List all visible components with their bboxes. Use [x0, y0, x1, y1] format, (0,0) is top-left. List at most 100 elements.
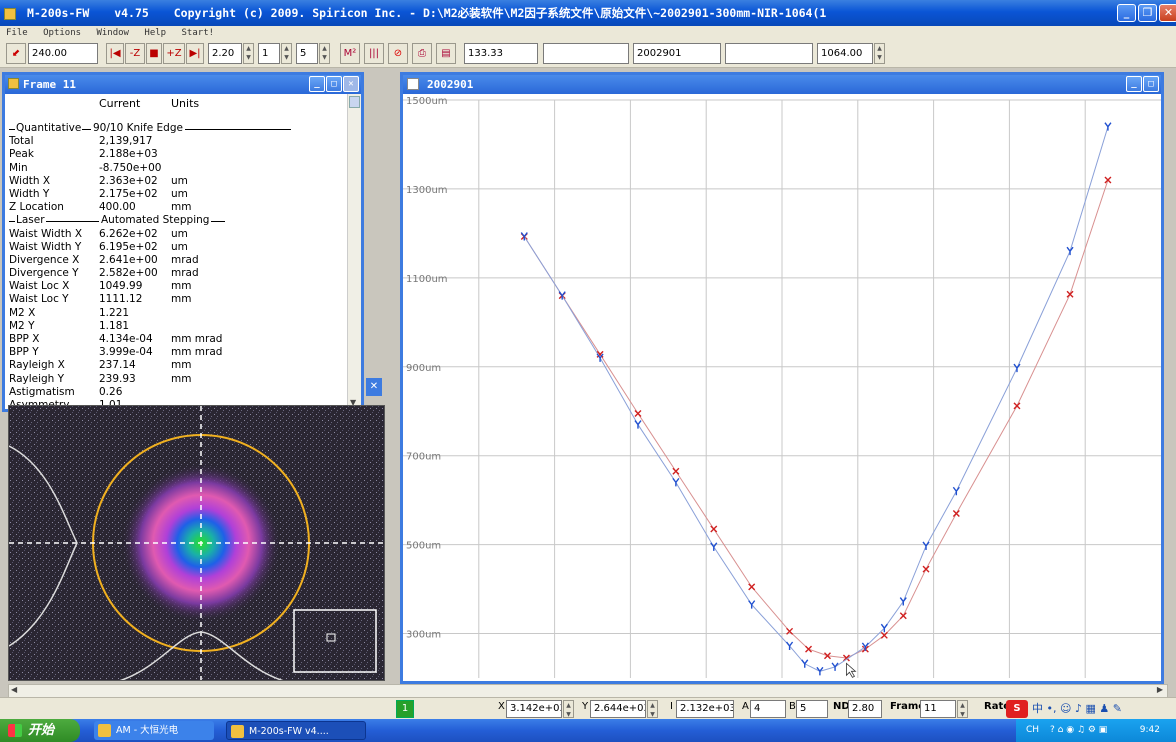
data-point-x	[748, 583, 756, 591]
no-icon[interactable]: ⊘	[388, 43, 408, 64]
beam-close-icon[interactable]: ✕	[366, 378, 382, 396]
m2-chart[interactable]: 1500um1300um1100um900um700um500um300umXY	[403, 94, 1161, 681]
beam-profile-svg	[9, 406, 384, 680]
spin2-spinner[interactable]: ▲ ▼	[319, 43, 330, 64]
graph-icon[interactable]: |||	[364, 43, 384, 64]
empty-field-2[interactable]	[725, 43, 813, 64]
menu-help[interactable]: Help	[144, 28, 166, 38]
status-indicator: 1	[396, 700, 414, 718]
position-field[interactable]: 240.00	[28, 43, 98, 64]
y-tick-label: 700um	[406, 452, 441, 463]
spin1-field[interactable]: 1	[258, 43, 280, 64]
result-unit: um	[171, 174, 188, 187]
result-unit: um	[171, 187, 188, 200]
result-row: Width X 2.363e+02 um	[9, 175, 343, 188]
toolbar: ⬋ 240.00 |◀ -Z ■ +Z ▶| 2.20 ▲ ▼ 1 ▲ ▼ 5 ▲ ▼…	[0, 40, 1176, 68]
result-unit: mm	[171, 280, 192, 293]
ime-toolbar[interactable]: 中 •, ☺ ♪ ▦ ♟ ✎	[1032, 700, 1162, 718]
result-unit: mrad	[171, 267, 199, 280]
ime-s-icon[interactable]: S	[1006, 700, 1028, 718]
wavelength-spinner[interactable]: ▲ ▼	[874, 43, 885, 64]
result-value: 2.363e+02	[99, 174, 158, 187]
section-quant-title: Quantitative	[15, 122, 83, 136]
frame-panel-title: Frame 11	[23, 78, 76, 91]
result-value: 1.221	[99, 306, 130, 319]
result-row: Waist Loc X 1049.99 mm	[9, 280, 343, 293]
data-point-y	[1013, 363, 1021, 373]
result-value: 2.582e+00	[99, 267, 158, 280]
result-label: Rayleigh Y	[9, 372, 65, 385]
result-label: Peak	[9, 148, 34, 161]
col-current: Current	[99, 97, 141, 110]
wavelength-field[interactable]: 1064.00	[817, 43, 873, 64]
step-spinner[interactable]: ▲ ▼	[243, 43, 254, 64]
settings-icon[interactable]: ▤	[436, 43, 456, 64]
empty-field-1[interactable]	[543, 43, 629, 64]
minimize-icon[interactable]: _	[1126, 76, 1142, 92]
plus-z-button[interactable]: +Z	[163, 43, 185, 64]
menu-start[interactable]: Start!	[182, 28, 215, 38]
result-label: Rayleigh X	[9, 359, 65, 372]
stop-icon[interactable]: ■	[146, 43, 162, 64]
restore-icon[interactable]: ❐	[1138, 4, 1157, 22]
scroll-left-icon[interactable]: ◀	[11, 685, 17, 694]
result-value: 1111.12	[99, 293, 143, 306]
result-row: Divergence Y 2.582e+00 mrad	[9, 267, 343, 280]
task-am[interactable]: AM - 大恒光电	[94, 721, 214, 740]
print-icon[interactable]: ⎙	[412, 43, 432, 64]
step-field[interactable]: 2.20	[208, 43, 242, 64]
status-frame-spinner[interactable]: ▲ ▼	[957, 700, 968, 718]
chart-header: 2002901 _ □	[403, 75, 1161, 94]
m2-icon[interactable]: M²	[340, 43, 360, 64]
scroll-right-icon[interactable]: ▶	[1157, 685, 1163, 694]
app-icon	[4, 7, 16, 20]
menu-file[interactable]: File	[6, 28, 28, 38]
result-row: Min -8.750e+00	[9, 162, 343, 175]
result-label: Divergence Y	[9, 267, 79, 280]
value-field[interactable]: 133.33	[464, 43, 538, 64]
scroll-thumb[interactable]	[349, 96, 360, 108]
go-end-icon[interactable]: ▶|	[186, 43, 204, 64]
menu-bar: File Options Window Help Start!	[0, 26, 1176, 40]
menu-window[interactable]: Window	[96, 28, 129, 38]
beam-profile-image	[8, 405, 385, 681]
frame-results: Current Units Quantitative 90/10 Knife E…	[5, 94, 347, 411]
data-point-y	[801, 659, 809, 668]
start-label: 开始	[28, 723, 55, 738]
minimize-icon[interactable]: _	[309, 76, 325, 92]
result-value: 2.175e+02	[99, 187, 158, 200]
y-tick-label: 1100um	[406, 274, 448, 285]
spin2-field[interactable]: 5	[296, 43, 318, 64]
data-point-y	[831, 662, 839, 671]
maximize-icon[interactable]: □	[326, 76, 342, 92]
lang-indicator[interactable]: CH	[1026, 719, 1039, 742]
file-name-field[interactable]: 2002901	[633, 43, 721, 64]
data-point-y	[1066, 246, 1074, 256]
result-value: 2.641e+00	[99, 253, 158, 266]
result-unit: mm	[171, 359, 192, 372]
close-icon[interactable]: ✕	[343, 76, 359, 92]
data-point-x	[899, 612, 907, 620]
section-quantitative: Quantitative 90/10 Knife Edge	[9, 122, 343, 136]
data-point-x	[1013, 402, 1021, 410]
frame-scrollbar[interactable]: ▼	[347, 94, 361, 409]
horizontal-scrollbar[interactable]: ◀ ▶	[8, 684, 1168, 698]
status-y-spinner[interactable]: ▲ ▼	[647, 700, 658, 718]
menu-options[interactable]: Options	[43, 28, 81, 38]
back-arrow-icon[interactable]: ⬋	[6, 43, 26, 64]
start-button[interactable]: 开始	[0, 719, 80, 742]
task-am-label: AM - 大恒光电	[116, 725, 179, 736]
app-copyright: Copyright (c) 2009. Spiricon Inc. - D:\M…	[173, 6, 827, 20]
maximize-icon[interactable]: □	[1143, 76, 1159, 92]
status-x-spinner[interactable]: ▲ ▼	[563, 700, 574, 718]
status-i-field: 2.132e+03	[676, 700, 734, 718]
minimize-icon[interactable]: _	[1117, 4, 1136, 22]
result-unit: mm	[171, 293, 192, 306]
data-point-x	[634, 409, 642, 417]
spin1-spinner[interactable]: ▲ ▼	[281, 43, 292, 64]
minus-z-button[interactable]: -Z	[125, 43, 145, 64]
tray-icons[interactable]: ? ⌂ ◉ ♫ ⚙ ▣	[1050, 719, 1107, 742]
close-icon[interactable]: ✕	[1159, 4, 1176, 22]
task-m200[interactable]: M-200s-FW v4....	[226, 721, 366, 740]
go-start-icon[interactable]: |◀	[106, 43, 124, 64]
